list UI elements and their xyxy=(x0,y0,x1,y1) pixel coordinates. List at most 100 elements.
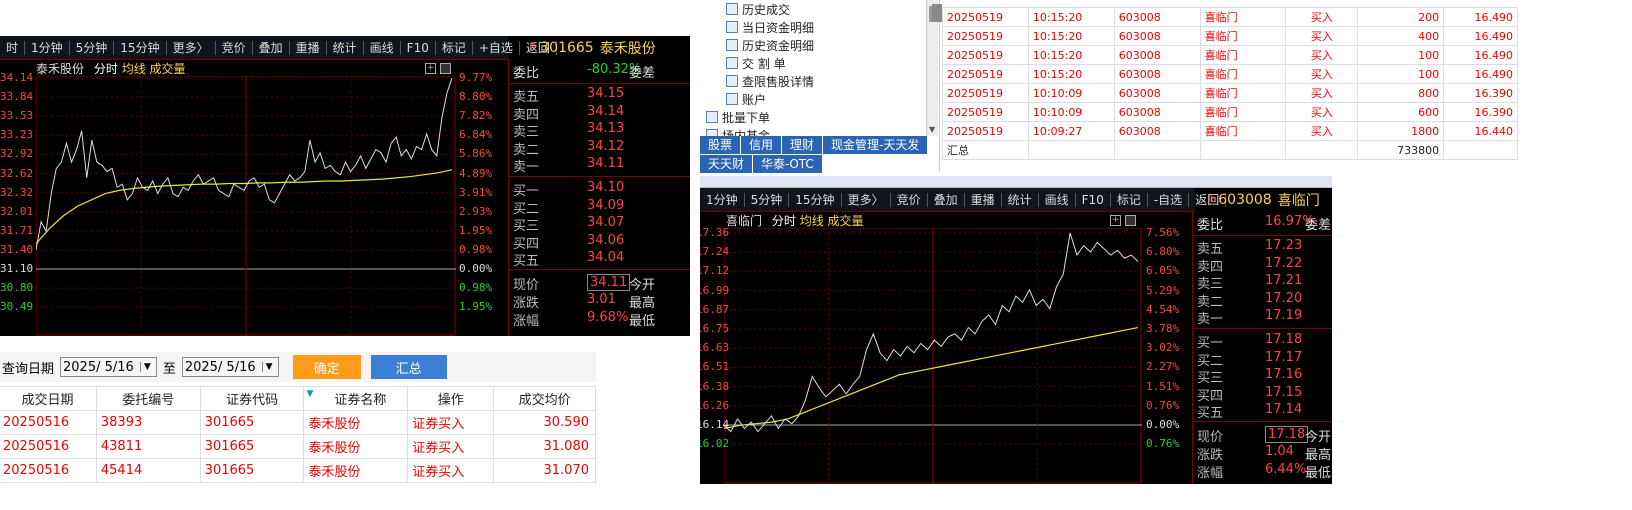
left-toolbar-item[interactable]: F10 xyxy=(401,40,436,55)
nav-tree-item[interactable]: 交 割 单 xyxy=(706,54,814,72)
nav-tree-item[interactable]: 当日资金明细 xyxy=(706,18,814,36)
deal-scrollbar[interactable] xyxy=(932,4,942,22)
deals-cell: 10:15:20 xyxy=(1027,26,1115,46)
left-toolbar-item[interactable]: 15分钟 xyxy=(114,40,167,55)
account-tab[interactable]: 现金管理-天天发 xyxy=(823,136,929,154)
right-stat-right-label: 最低 xyxy=(1305,466,1332,481)
right-book-label: 委比 xyxy=(1197,218,1224,233)
left-chart-zoom-icon[interactable]: + xyxy=(425,63,436,74)
table-row[interactable]: 20250519 10:15:20 603008 喜临门 买入 400 16.490 xyxy=(942,26,1518,46)
table-row[interactable]: 20250519 10:15:20 603008 喜临门 买入 100 16.490 xyxy=(942,64,1518,84)
right-chart-window-icon[interactable] xyxy=(1125,215,1136,226)
from-date-dropdown-icon[interactable]: ▼ xyxy=(139,362,154,372)
sort-indicator-icon[interactable]: ▼ xyxy=(306,389,313,399)
right-chart-tab-avg[interactable]: 均线 xyxy=(800,214,824,228)
right-toolbar-item[interactable]: 更多〉 xyxy=(842,192,891,207)
left-toolbar-item[interactable]: 统计 xyxy=(327,40,364,55)
trades-cell: 证券买入 xyxy=(407,434,495,459)
trades-cell: 31.070 xyxy=(493,458,596,483)
right-toolbar-item[interactable]: 1分钟 xyxy=(700,192,745,207)
left-chart-tab-avg[interactable]: 均线 xyxy=(122,62,146,76)
nav-tree-item-label: 账户 xyxy=(742,92,767,107)
account-tab[interactable]: 理财 xyxy=(782,136,824,154)
left-chart-window-icon[interactable] xyxy=(440,63,451,74)
left-toolbar-item[interactable]: 更多〉 xyxy=(167,40,216,55)
right-toolbar-item[interactable]: 标记 xyxy=(1111,192,1148,207)
right-price-label: 17.12 xyxy=(700,264,730,278)
nav-tree-item[interactable]: 查限售股详情 xyxy=(706,72,814,90)
trades-col-header[interactable]: 证券代码 xyxy=(199,386,305,411)
table-row[interactable]: 20250519 10:09:27 603008 喜临门 买入 1800 16.440 xyxy=(942,121,1518,141)
right-toolbar-item[interactable]: 统计 xyxy=(1002,192,1039,207)
right-toolbar-item[interactable]: -自选 xyxy=(1148,192,1190,207)
right-chart-tab-volume[interactable]: 成交量 xyxy=(828,214,864,228)
deals-cell: 买入 xyxy=(1285,26,1359,46)
left-chart-tab-intraday[interactable]: 分时 xyxy=(94,62,118,76)
divider xyxy=(1193,328,1332,329)
trades-col-header[interactable]: 成交均价 xyxy=(493,386,596,411)
right-chart-tab-intraday[interactable]: 分时 xyxy=(772,214,796,228)
right-percent-label: 7.56% xyxy=(1146,226,1180,239)
right-toolbar-item[interactable]: 画线 xyxy=(1039,192,1076,207)
account-tab[interactable]: 天天财 xyxy=(700,155,754,173)
left-book-row: 现价 34.11 今开 xyxy=(509,274,690,294)
right-percent-label: 0.76% xyxy=(1146,398,1180,412)
left-book-price: 34.13 xyxy=(587,121,625,136)
left-toolbar-item[interactable]: +自选 xyxy=(473,40,520,55)
trades-col-header[interactable]: 委托编号 xyxy=(95,386,201,411)
right-toolbar-item[interactable]: 5分钟 xyxy=(745,192,790,207)
trades-col-header[interactable]: 操作 xyxy=(407,386,495,411)
table-row[interactable]: 20250519 10:10:09 603008 喜临门 买入 600 16.390 xyxy=(942,102,1518,122)
left-book-label: 买二 xyxy=(513,201,540,217)
right-toolbar-item[interactable]: F10 xyxy=(1076,192,1111,207)
to-date-picker[interactable]: 2025/ 5/16 ▼ xyxy=(181,357,279,377)
left-chart-tab-volume[interactable]: 成交量 xyxy=(150,62,186,76)
deals-cell: 20250519 xyxy=(942,26,1029,46)
table-row[interactable]: 20250519 10:15:20 603008 喜临门 买入 200 16.490 xyxy=(942,7,1518,27)
left-toolbar-item[interactable]: 重播 xyxy=(290,40,327,55)
right-book-price: 17.18 xyxy=(1265,426,1309,443)
nav-tree-item[interactable]: 批量下单 xyxy=(706,108,814,126)
confirm-button[interactable]: 确定 xyxy=(292,355,361,379)
table-row[interactable]: 20250516 45414 301665 泰禾股份 证券买入 31.070 xyxy=(0,458,596,483)
left-toolbar-item[interactable]: 5分钟 xyxy=(70,40,115,55)
table-row[interactable]: 20250519 10:10:09 603008 喜临门 买入 800 16.390 xyxy=(942,83,1518,103)
nav-tree-item[interactable]: 历史资金明细 xyxy=(706,36,814,54)
left-toolbar-item[interactable]: 画线 xyxy=(364,40,401,55)
right-toolbar-item[interactable]: 15分钟 xyxy=(789,192,842,207)
left-toolbar-item[interactable]: 叠加 xyxy=(253,40,290,55)
nav-tree-item[interactable]: 账户 xyxy=(706,90,814,108)
left-toolbar-item[interactable]: 1分钟 xyxy=(25,40,70,55)
trades-col-header[interactable]: 成交日期 xyxy=(0,386,97,411)
left-price-label: 32.92 xyxy=(0,147,34,161)
account-tab[interactable]: 股票 xyxy=(700,136,742,154)
deals-total-cell: 汇总 xyxy=(942,140,1029,160)
table-row[interactable]: 20250519 10:15:20 603008 喜临门 买入 100 16.490 xyxy=(942,45,1518,65)
left-toolbar-item[interactable]: 标记 xyxy=(436,40,473,55)
right-chart-zoom-icon[interactable]: + xyxy=(1110,215,1121,226)
right-book-row: 涨幅 6.44% 最低 xyxy=(1193,462,1332,482)
right-toolbar-item[interactable]: 重播 xyxy=(965,192,1002,207)
deals-cell: 10:10:09 xyxy=(1027,102,1115,122)
tree-node-icon xyxy=(706,111,718,123)
left-toolbar-item[interactable]: 时 xyxy=(0,40,26,55)
table-row[interactable]: 20250516 38393 301665 泰禾股份 证券买入 30.590 xyxy=(0,410,596,435)
trades-cell: 45414 xyxy=(95,458,201,483)
table-row[interactable]: 20250516 43811 301665 泰禾股份 证券买入 31.080 xyxy=(0,434,596,459)
right-book-label: 买五 xyxy=(1197,406,1224,421)
from-date-picker[interactable]: 2025/ 5/16 ▼ xyxy=(60,357,157,377)
account-tab[interactable]: 信用 xyxy=(741,136,783,154)
tree-node-icon xyxy=(726,39,738,51)
left-percent-label: 9.77% xyxy=(459,71,493,84)
right-price-label: 16.99 xyxy=(700,283,730,297)
right-toolbar-item[interactable]: 叠加 xyxy=(928,192,965,207)
left-book-label: 委比 xyxy=(513,66,540,81)
left-toolbar-item[interactable]: 竞价 xyxy=(216,40,253,55)
right-toolbar-item[interactable]: 竞价 xyxy=(891,192,928,207)
to-date-dropdown-icon[interactable]: ▼ xyxy=(261,362,276,372)
summary-button[interactable]: 汇总 xyxy=(370,355,447,379)
account-tab[interactable]: 华泰-OTC xyxy=(753,155,823,173)
nav-tree-item[interactable]: 历史成交 xyxy=(706,0,814,18)
trades-cell: 泰禾股份 xyxy=(303,410,409,435)
trades-col-header[interactable]: ▼ 证券名称 xyxy=(303,386,409,411)
